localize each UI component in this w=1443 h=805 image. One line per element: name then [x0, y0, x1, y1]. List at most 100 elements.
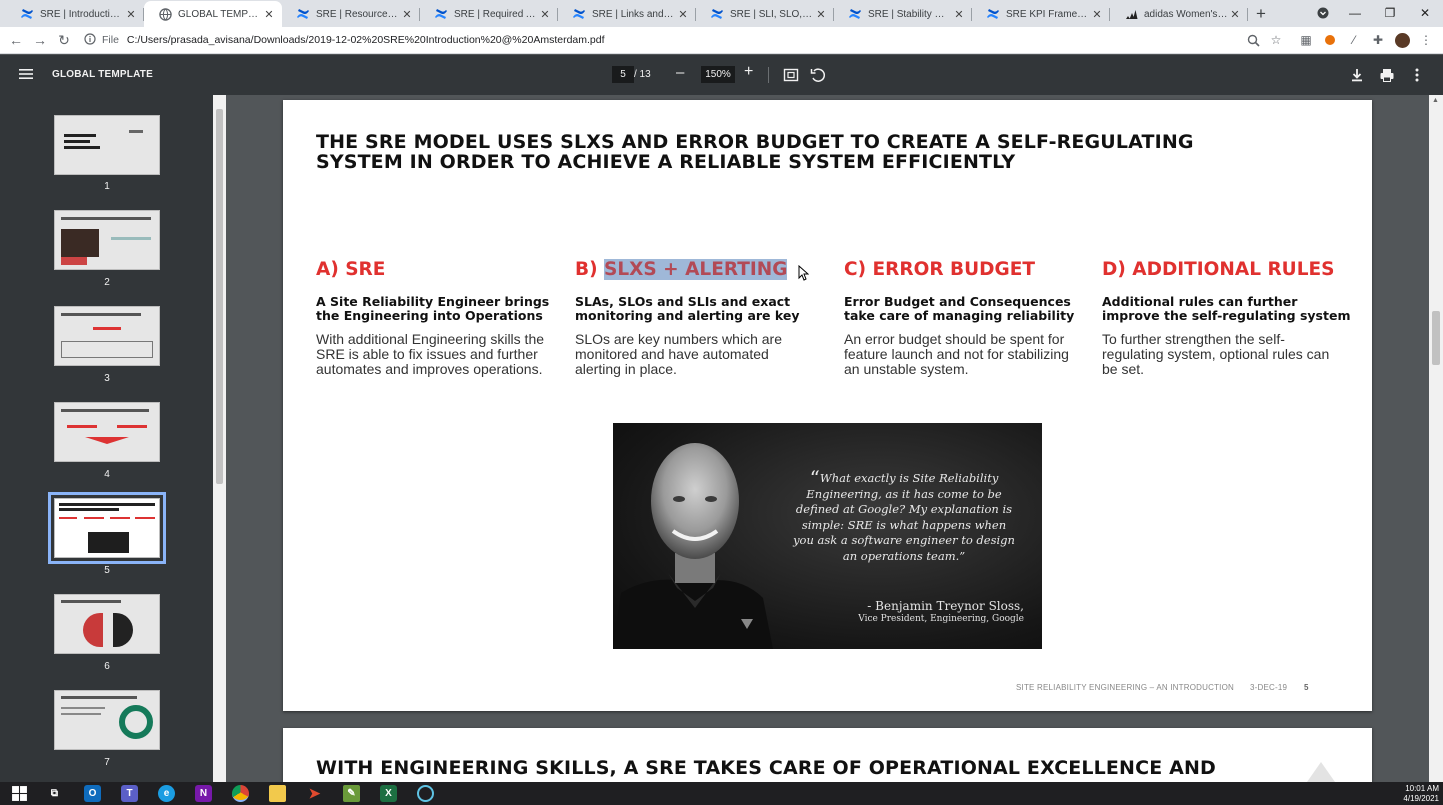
browser-tab[interactable]: SRE | Required Access ✕ — [420, 1, 558, 27]
slide-title-line-1: THE SRE MODEL USES SLXS AND ERROR BUDGET… — [316, 131, 1194, 153]
browser-tab[interactable]: SRE | Resources to und... ✕ — [282, 1, 420, 27]
print-icon[interactable] — [1379, 67, 1395, 83]
page-thumbnail[interactable] — [54, 306, 160, 366]
thumbnail-number: 7 — [104, 757, 110, 768]
new-tab-button[interactable]: + — [1248, 1, 1274, 27]
edge-icon[interactable]: e — [158, 785, 175, 802]
hamburger-menu-icon[interactable] — [19, 67, 33, 81]
browser-tab[interactable]: SRE | Introduction for ... ✕ — [6, 1, 144, 27]
tab-title: SRE | Resources to und... — [316, 8, 400, 20]
excel-icon[interactable]: X — [380, 785, 397, 802]
reload-icon[interactable]: ↻ — [52, 28, 76, 52]
portrait-photo — [613, 443, 773, 649]
browser-tab[interactable]: SRE KPI Framework - E... ✕ — [972, 1, 1110, 27]
tab-title: SRE | Introduction for ... — [40, 8, 124, 20]
thumbnail-number: 2 — [104, 277, 110, 288]
more-options-icon[interactable] — [1409, 67, 1425, 83]
footer-page-number: 5 — [1304, 683, 1309, 692]
document-title: GLOBAL TEMPLATE — [52, 69, 153, 80]
page-thumbnail[interactable] — [54, 115, 160, 175]
quote-line: you ask a software engineer to design — [793, 533, 1015, 547]
profile-avatar[interactable] — [1393, 31, 1411, 49]
column-c-title: ERROR BUDGET — [872, 259, 1035, 280]
onenote-icon[interactable]: N — [195, 785, 212, 802]
zoom-in-button[interactable]: + — [744, 63, 753, 81]
close-tab-icon[interactable]: ✕ — [124, 8, 138, 21]
minimize-icon[interactable]: — — [1338, 0, 1372, 26]
column-a-heading: A) SRE — [316, 259, 385, 280]
notepad-icon[interactable]: ✎ — [343, 785, 360, 802]
close-window-icon[interactable]: ✕ — [1408, 0, 1442, 26]
column-c-sub-line: take care of managing reliability — [844, 308, 1075, 323]
qr-extension-icon[interactable]: ▦ — [1297, 31, 1315, 49]
column-b-heading: B) SLXS + ALERTING — [575, 259, 788, 280]
browser-tab-active[interactable]: GLOBAL TEMPLATE ✕ — [144, 1, 282, 27]
app-circle-icon[interactable] — [417, 785, 434, 802]
close-tab-icon[interactable]: ✕ — [262, 8, 276, 21]
close-tab-icon[interactable]: ✕ — [676, 8, 690, 21]
pdf-toolbar: GLOBAL TEMPLATE 5 / 13 – 150% + — [0, 55, 1443, 95]
download-icon[interactable] — [1349, 67, 1365, 83]
browser-tab[interactable]: SRE | Links and useful ... ✕ — [558, 1, 696, 27]
zoom-level-input[interactable]: 150% — [701, 66, 735, 83]
close-tab-icon[interactable]: ✕ — [1228, 8, 1242, 21]
rotate-icon[interactable] — [810, 67, 826, 83]
viewer-scrollbar-thumb[interactable] — [1432, 311, 1440, 365]
back-arrow-icon[interactable]: ← — [4, 28, 28, 52]
browser-tab[interactable]: adidas Women's Origi... ✕ — [1110, 1, 1248, 27]
sidebar-scrollbar-thumb[interactable] — [216, 109, 223, 484]
navigation-bar: ← → ↻ File C:/Users/prasada_avisana/Down… — [0, 27, 1443, 54]
windows-start-icon[interactable] — [11, 785, 28, 802]
zoom-icon[interactable] — [1244, 31, 1262, 49]
quote-line: an operations team.” — [842, 548, 966, 563]
column-b-body-line: SLOs are key numbers which are — [575, 331, 782, 347]
column-a-body-line: SRE is able to fix issues and further — [316, 346, 538, 362]
page-thumbnail[interactable] — [54, 402, 160, 462]
info-icon[interactable] — [84, 32, 96, 48]
system-clock[interactable]: 10:01 AM 4/19/2021 — [1403, 784, 1439, 804]
chrome-icon[interactable] — [232, 785, 249, 802]
close-tab-icon[interactable]: ✕ — [1090, 8, 1104, 21]
pointer-app-icon[interactable]: ➤ — [306, 785, 323, 802]
confluence-icon — [20, 7, 34, 21]
browser-tab[interactable]: SRE | SLI, SLO, Error Bu... ✕ — [696, 1, 834, 27]
tab-search-icon[interactable] — [1306, 0, 1340, 26]
browser-tab[interactable]: SRE | Stability Metrics ✕ — [834, 1, 972, 27]
page-thumbnail[interactable] — [54, 594, 160, 654]
teams-icon[interactable]: T — [121, 785, 138, 802]
puzzle-extensions-icon[interactable]: ✚ — [1369, 31, 1387, 49]
column-b-body: SLOs are key numbers which are monitored … — [575, 332, 782, 377]
fit-to-page-icon[interactable] — [783, 67, 799, 83]
column-c-subheading: Error Budget and Consequences take care o… — [844, 295, 1074, 323]
page-thumbnail[interactable] — [54, 210, 160, 270]
browser-menu-icon[interactable]: ⋮ — [1417, 31, 1435, 49]
close-tab-icon[interactable]: ✕ — [400, 8, 414, 21]
tab-title: SRE KPI Framework - E... — [1006, 8, 1090, 20]
page-thumbnail-selected[interactable] — [48, 492, 166, 564]
address-url[interactable]: C:/Users/prasada_avisana/Downloads/2019-… — [127, 34, 605, 46]
file-explorer-icon[interactable] — [269, 785, 286, 802]
scroll-up-icon[interactable]: ▲ — [1432, 97, 1439, 104]
quote-image: “What exactly is Site Reliability Engine… — [613, 423, 1042, 649]
outlook-icon[interactable]: O — [84, 785, 101, 802]
pen-extension-icon[interactable]: ⁄ — [1345, 31, 1363, 49]
task-view-icon[interactable]: ⧉ — [46, 785, 63, 802]
bookmark-star-icon[interactable]: ☆ — [1267, 31, 1285, 49]
restore-icon[interactable]: ❐ — [1373, 0, 1407, 26]
tab-title: SRE | SLI, SLO, Error Bu... — [730, 8, 814, 20]
sidebar-scrollbar[interactable] — [213, 95, 226, 782]
page-thumbnail[interactable] — [54, 690, 160, 750]
forward-arrow-icon[interactable]: → — [28, 28, 52, 52]
column-b-sub-line: monitoring and alerting are key — [575, 308, 800, 323]
column-b-title-highlighted[interactable]: SLXS + ALERTING — [604, 259, 788, 280]
close-tab-icon[interactable]: ✕ — [538, 8, 552, 21]
close-tab-icon[interactable]: ✕ — [952, 8, 966, 21]
column-d-prefix: D) — [1102, 259, 1133, 280]
page-number-input[interactable]: 5 — [612, 66, 634, 83]
viewer-scrollbar[interactable]: ▲ — [1429, 95, 1443, 782]
extension-icon[interactable] — [1321, 31, 1339, 49]
close-tab-icon[interactable]: ✕ — [814, 8, 828, 21]
address-bar[interactable]: File C:/Users/prasada_avisana/Downloads/… — [84, 28, 1236, 52]
zoom-out-button[interactable]: – — [676, 64, 684, 81]
column-d-body: To further strengthen the self-regulatin… — [1102, 332, 1329, 377]
